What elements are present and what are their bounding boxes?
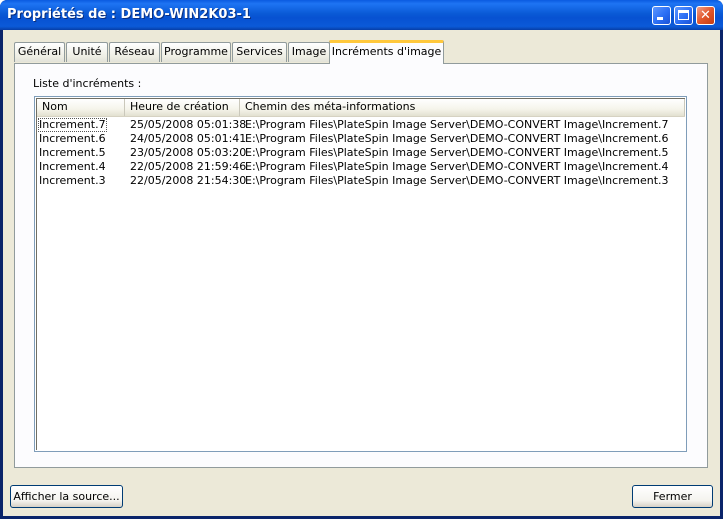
- row-path-cell: E:\Program Files\PlateSpin Image Server\…: [245, 160, 669, 173]
- table-row[interactable]: Increment.6 24/05/2008 05:01:41 E:\Progr…: [37, 132, 685, 146]
- window-title: Propriétés de : DEMO-WIN2K03-1: [7, 7, 251, 22]
- row-date-cell: 23/05/2008 05:03:20: [130, 146, 247, 159]
- tab-unite[interactable]: Unité: [66, 42, 108, 62]
- close-icon: ✕: [700, 8, 711, 23]
- table-row[interactable]: Increment.7 25/05/2008 05:01:38 E:\Progr…: [37, 118, 685, 132]
- tab-services[interactable]: Services: [232, 42, 287, 62]
- row-name-cell: Increment.3: [39, 174, 106, 187]
- show-source-button[interactable]: Afficher la source...: [10, 485, 123, 508]
- row-path-cell: E:\Program Files\PlateSpin Image Server\…: [245, 118, 669, 131]
- minimize-icon: [657, 17, 663, 20]
- close-button[interactable]: Fermer: [632, 485, 713, 508]
- listview-body: Nom Heure de création Chemin des méta-in…: [36, 98, 685, 450]
- maximize-button[interactable]: [674, 6, 693, 25]
- listview-header: Nom Heure de création Chemin des méta-in…: [37, 99, 685, 117]
- row-date-cell: 24/05/2008 05:01:41: [130, 132, 247, 145]
- dialog-client-area: Général Unité Réseau Programme Services …: [3, 30, 720, 516]
- maximize-icon: [678, 10, 689, 20]
- tab-increments-image[interactable]: Incréments d'image: [329, 40, 444, 64]
- row-path-cell: E:\Program Files\PlateSpin Image Server\…: [245, 174, 669, 187]
- row-path-cell: E:\Program Files\PlateSpin Image Server\…: [245, 146, 669, 159]
- row-date-cell: 22/05/2008 21:54:30: [130, 174, 247, 187]
- minimize-button[interactable]: [652, 6, 671, 25]
- row-name-cell: Increment.7: [38, 118, 107, 132]
- row-name-cell: Increment.5: [39, 146, 106, 159]
- table-row[interactable]: Increment.3 22/05/2008 21:54:30 E:\Progr…: [37, 174, 685, 188]
- tab-reseau[interactable]: Réseau: [109, 42, 160, 62]
- table-row[interactable]: Increment.5 23/05/2008 05:03:20 E:\Progr…: [37, 146, 685, 160]
- column-header-chemin[interactable]: Chemin des méta-informations: [240, 99, 685, 116]
- properties-window: Propriétés de : DEMO-WIN2K03-1 ✕ Général…: [0, 0, 723, 519]
- row-path-cell: E:\Program Files\PlateSpin Image Server\…: [245, 132, 669, 145]
- tab-image[interactable]: Image: [288, 42, 330, 62]
- title-bar[interactable]: Propriétés de : DEMO-WIN2K03-1 ✕: [0, 0, 723, 30]
- table-row[interactable]: Increment.4 22/05/2008 21:59:46 E:\Progr…: [37, 160, 685, 174]
- column-header-heure-creation[interactable]: Heure de création: [125, 99, 240, 116]
- tab-general[interactable]: Général: [14, 42, 65, 62]
- row-date-cell: 25/05/2008 05:01:38: [130, 118, 247, 131]
- row-name-cell: Increment.4: [39, 160, 106, 173]
- close-window-button[interactable]: ✕: [696, 6, 715, 25]
- column-header-nom[interactable]: Nom: [37, 99, 125, 116]
- increments-list-label: Liste d'incréments :: [33, 77, 142, 90]
- tab-panel-increments: Liste d'incréments : Nom Heure de créati…: [14, 63, 708, 468]
- row-date-cell: 22/05/2008 21:59:46: [130, 160, 247, 173]
- row-name-cell: Increment.6: [39, 132, 106, 145]
- tab-programme[interactable]: Programme: [161, 42, 231, 62]
- increments-listview[interactable]: Nom Heure de création Chemin des méta-in…: [34, 96, 687, 452]
